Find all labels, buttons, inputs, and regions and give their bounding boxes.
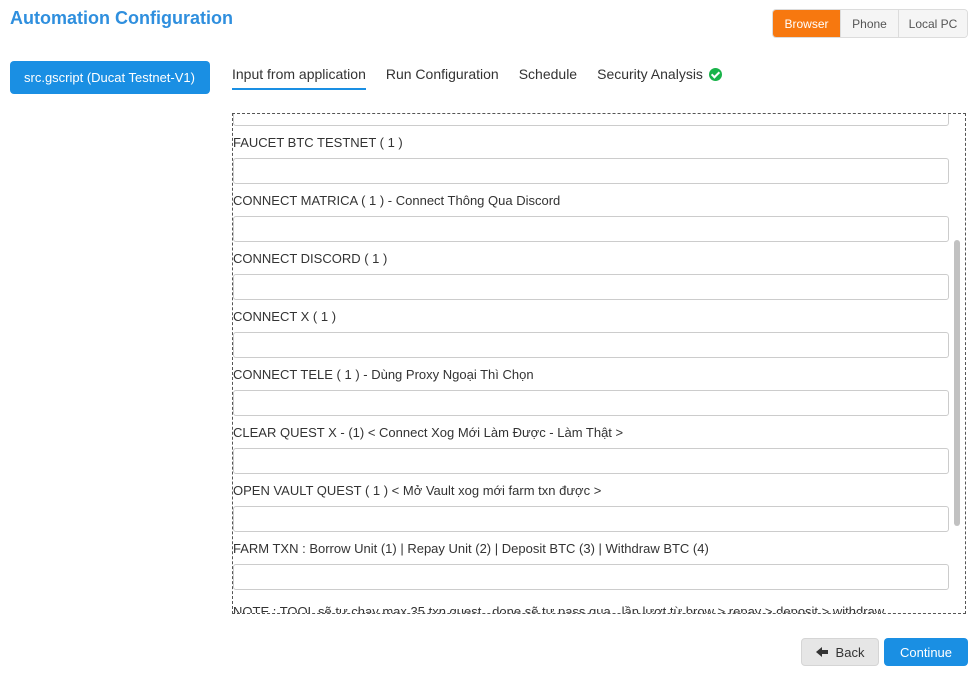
form-field: FAUCET BTC TESTNET ( 1 ) [233,133,950,184]
field-label-connect-discord: CONNECT DISCORD ( 1 ) [233,251,388,266]
mode-browser-button[interactable]: Browser [773,10,840,37]
field-label-open-vault-quest: OPEN VAULT QUEST ( 1 ) < Mở Vault xog mớ… [233,483,602,498]
clear-quest-x-input[interactable] [233,448,949,474]
form-field: CONNECT MATRICA ( 1 ) - Connect Thông Qu… [233,191,950,242]
form-field: FARM TXN : Borrow Unit (1) | Repay Unit … [233,539,950,590]
field-label-connect-matrica: CONNECT MATRICA ( 1 ) - Connect Thông Qu… [233,193,561,208]
field-label-connect-x: CONNECT X ( 1 ) [233,309,337,324]
continue-button[interactable]: Continue [884,638,968,666]
mode-phone-button[interactable]: Phone [840,10,898,37]
form-field: CONNECT DISCORD ( 1 ) [233,249,950,300]
script-selector-button[interactable]: src.gscript (Ducat Testnet-V1) [10,61,210,94]
tab-input-from-application[interactable]: Input from application [232,64,366,90]
mode-switch: Browser Phone Local PC [772,9,968,38]
form-field: CONNECT X ( 1 ) [233,307,950,358]
farm-txn-input[interactable] [233,564,949,590]
field-label-faucet-btc: FAUCET BTC TESTNET ( 1 ) [233,135,403,150]
tab-security-analysis[interactable]: Security Analysis [597,64,722,90]
form-note: NOTE : TOOL sẽ tự chạy max 35 txn quest … [233,604,885,614]
connect-matrica-input[interactable] [233,216,949,242]
form-scrollbar[interactable] [954,240,960,526]
page-title: Automation Configuration [10,8,233,28]
field-label-connect-tele: CONNECT TELE ( 1 ) - Dùng Proxy Ngoại Th… [233,367,534,382]
connect-tele-input[interactable] [233,390,949,416]
tab-schedule[interactable]: Schedule [519,64,577,90]
tab-run-configuration[interactable]: Run Configuration [386,64,499,90]
open-vault-quest-input[interactable] [233,506,949,532]
mode-local-pc-button[interactable]: Local PC [898,10,967,37]
faucet-btc-input[interactable] [233,158,949,184]
form-field: CONNECT TELE ( 1 ) - Dùng Proxy Ngoại Th… [233,365,950,416]
config-tabs: Input from application Run Configuration… [232,64,722,92]
input-form-panel: FAUCET BTC TESTNET ( 1 ) CONNECT MATRICA… [232,113,966,614]
form-field: OPEN VAULT QUEST ( 1 ) < Mở Vault xog mớ… [233,481,950,532]
back-button[interactable]: Back [801,638,879,666]
arrow-left-icon [815,647,828,657]
connect-discord-input[interactable] [233,274,949,300]
connect-x-input[interactable] [233,332,949,358]
field-label-clear-quest-x: CLEAR QUEST X - (1) < Connect Xog Mới Là… [233,425,624,440]
check-circle-icon [708,68,722,81]
field-label-farm-txn: FARM TXN : Borrow Unit (1) | Repay Unit … [233,541,709,556]
previous-field-input[interactable] [233,114,949,126]
form-field: CLEAR QUEST X - (1) < Connect Xog Mới Là… [233,423,950,474]
